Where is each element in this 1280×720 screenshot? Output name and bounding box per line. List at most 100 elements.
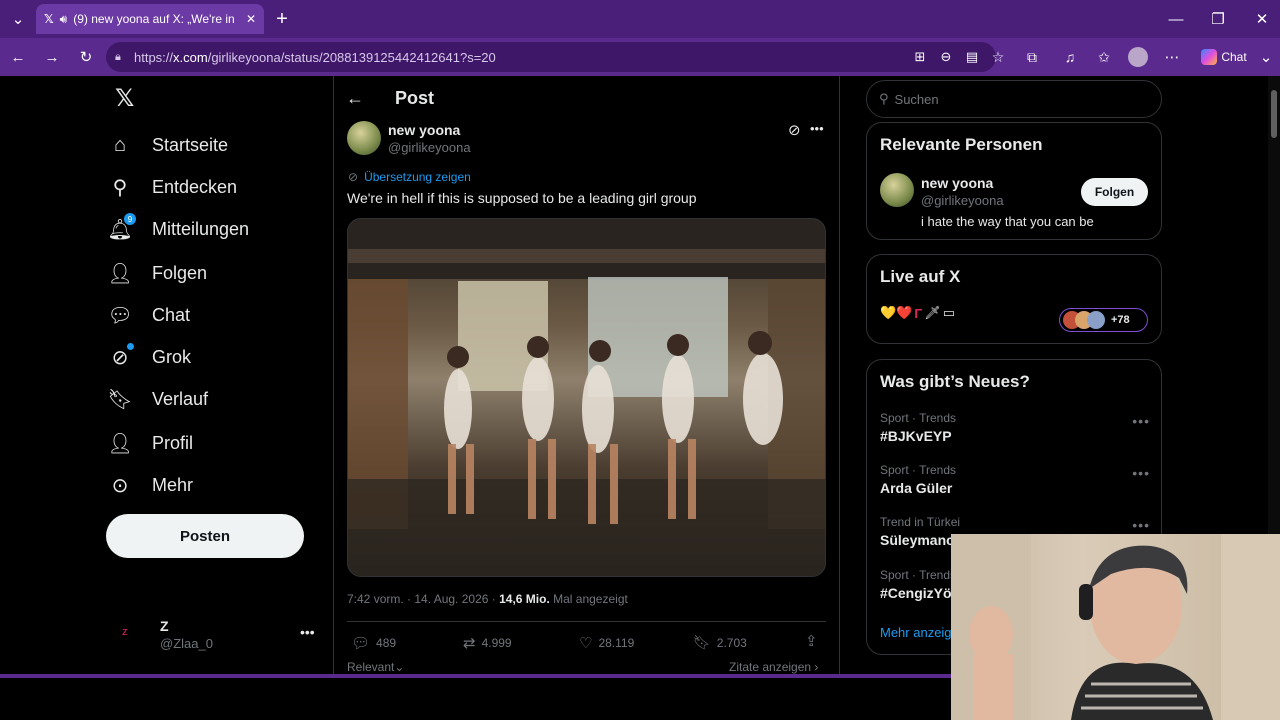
account-switcher[interactable]: z Z @Zlaa_0 ••• (118, 616, 318, 656)
trend-item[interactable]: Sport · Trends #BJKvEYP ••• (880, 411, 1150, 451)
browser-tab-bar: ⌄ 𝕏 🔊︎ (9) new yoona auf X: „We're in ✕ … (0, 0, 1280, 38)
nav-folgen[interactable]: 👤︎ Folgen (107, 256, 207, 290)
nav-label: Mehr (152, 474, 194, 495)
copilot-icon (1201, 49, 1218, 65)
back-arrow-icon[interactable]: ← (346, 88, 364, 109)
nav-profil[interactable]: 👤︎ Profil (107, 426, 193, 460)
relevant-handle[interactable]: @girlikeyoona (921, 193, 1004, 208)
sort-dropdown[interactable]: Relevant⌄ (347, 660, 404, 674)
chat-icon: 💬︎ (107, 304, 133, 327)
live-card[interactable]: Live auf X 💛❤️ Γ 🗡︎ ▭ +78 (866, 254, 1162, 344)
nav-mitteilungen[interactable]: 🔔︎ 9 Mitteilungen (107, 212, 249, 246)
relevant-name[interactable]: new yoona (921, 175, 993, 191)
sidebar-toggle-icon[interactable]: ⌄ (1256, 43, 1276, 71)
nav-grok[interactable]: ⊘ Grok (108, 340, 191, 374)
audio-icon[interactable]: 🔊︎ (60, 12, 68, 27)
account-handle: @Zlaa_0 (160, 636, 213, 651)
search-placeholder: Suchen (894, 91, 939, 107)
author-name[interactable]: new yoona (388, 122, 460, 138)
nav-mehr[interactable]: ⊙ Mehr (108, 468, 193, 502)
trend-more-icon[interactable]: ••• (1132, 517, 1150, 533)
browser-tab[interactable]: 𝕏 🔊︎ (9) new yoona auf X: „We're in ✕ (36, 4, 264, 34)
tab-list-chevron-icon[interactable]: ⌄ (4, 5, 32, 33)
account-more-icon[interactable]: ••• (300, 624, 315, 640)
relevant-bio: i hate the way that you can be (921, 214, 1094, 229)
live-avatar (1087, 311, 1105, 329)
bookmark-icon: 🔖︎ (107, 388, 133, 411)
translate-link[interactable]: ⊘ Übersetzung zeigen (348, 170, 471, 184)
repost-count: 4.999 (481, 636, 512, 650)
copilot-chat-button[interactable]: Chat (1194, 43, 1254, 71)
dagger-icon: 🗡︎ (924, 305, 941, 320)
trend-more-icon[interactable]: ••• (1132, 465, 1150, 481)
webcam-person-image (951, 534, 1280, 720)
zoom-icon[interactable]: ⊖ (932, 43, 960, 71)
live-emoji-text: 💛❤️ (880, 305, 913, 320)
favorites-icon[interactable]: ✩ (1090, 43, 1118, 71)
scrollbar-thumb[interactable] (1271, 90, 1277, 138)
post-views: 14,6 Mio. (499, 592, 550, 606)
settings-more-icon[interactable]: ⋯ (1158, 43, 1186, 71)
quotes-link[interactable]: Zitate anzeigen › (729, 660, 818, 674)
grok-post-icon[interactable]: ⊘ (788, 121, 801, 139)
live-emojis: 💛❤️ Γ 🗡︎ ▭ (880, 305, 955, 321)
relevant-people-card: Relevante Personen new yoona @girlikeyoo… (866, 122, 1162, 240)
trend-item[interactable]: Sport · Trends Arda Güler ••• (880, 463, 1150, 503)
quotes-label: Zitate anzeigen (729, 660, 812, 674)
close-window-button[interactable]: ✕ (1248, 5, 1276, 33)
search-icon: ⚲ (112, 176, 128, 199)
follow-button[interactable]: Folgen (1081, 178, 1148, 206)
extensions-icon[interactable]: ⧉ (1018, 43, 1046, 71)
app-icon[interactable]: ⊞ (906, 43, 934, 71)
share-icon[interactable]: ⇪ (805, 632, 818, 650)
search-box[interactable]: ⚲ Suchen (866, 80, 1162, 118)
reply-button[interactable]: 💬︎ 489 (351, 634, 396, 652)
back-icon[interactable]: ← (4, 43, 32, 71)
home-icon: ⌂ (113, 133, 127, 156)
nav-label: Startseite (152, 134, 229, 155)
divider (347, 621, 826, 622)
maximize-button[interactable]: ❐ (1204, 5, 1232, 33)
trend-name: Arda Güler (880, 480, 953, 496)
nav-startseite[interactable]: ⌂ Startseite (108, 128, 228, 162)
nav-chat[interactable]: 💬︎ Chat (107, 298, 190, 332)
repost-button[interactable]: ⇄ 4.999 (463, 634, 512, 652)
media-icon[interactable]: ♫ (1056, 43, 1084, 71)
profile-avatar-icon[interactable] (1124, 43, 1152, 71)
author-handle[interactable]: @girlikeyoona (388, 140, 471, 155)
bookmark-icon: 🔖︎ (693, 634, 711, 650)
x-favicon-icon: 𝕏 (44, 12, 54, 26)
post-video[interactable] (347, 218, 826, 577)
post-more-icon[interactable]: ••• (810, 121, 824, 136)
post-views-label: Mal angezeigt (549, 592, 628, 606)
action-bar: 💬︎ 489 ⇄ 4.999 ♡ 28.119 🔖︎ 2.703 ⇪ (347, 632, 826, 654)
copilot-chat-label: Chat (1221, 50, 1247, 64)
bookmark-button[interactable]: 🔖︎ 2.703 (693, 634, 747, 651)
reader-icon[interactable]: ▤ (958, 43, 986, 71)
heart-icon: ♡ (579, 635, 593, 652)
like-button[interactable]: ♡ 28.119 (579, 634, 634, 652)
follow-icon: 👤︎ (107, 262, 133, 285)
address-bar[interactable]: 🔒︎ https://x.com/girlikeyoona/status/208… (106, 42, 996, 72)
live-more-count: +78 (1111, 314, 1130, 326)
close-tab-icon[interactable]: ✕ (246, 12, 256, 26)
relevant-avatar[interactable] (880, 173, 914, 207)
x-logo-icon[interactable]: 𝕏 (115, 84, 134, 113)
post-button[interactable]: Posten (106, 514, 304, 558)
post-text: We're in hell if this is supposed to be … (347, 190, 697, 206)
trend-more-icon[interactable]: ••• (1132, 413, 1150, 429)
new-tab-button[interactable]: + (268, 5, 296, 33)
forward-icon[interactable]: → (38, 43, 66, 71)
minimize-button[interactable]: — (1162, 5, 1190, 33)
trend-category: Sport · Trends (880, 411, 957, 425)
browser-toolbar: ← → ↻ 🔒︎ https://x.com/girlikeyoona/stat… (0, 38, 1280, 76)
favorite-star-icon[interactable]: ☆ (984, 43, 1012, 71)
reload-icon[interactable]: ↻ (72, 43, 100, 71)
account-name: Z (160, 618, 169, 634)
trend-category: Trend in Türkei (880, 515, 961, 529)
nav-verlauf[interactable]: 🔖︎ Verlauf (107, 382, 208, 416)
nav-entdecken[interactable]: ⚲ Entdecken (108, 170, 237, 204)
show-more-link[interactable]: Mehr anzeig (880, 625, 952, 640)
post-timestamp[interactable]: 7:42 vorm. · 14. Aug. 2026 · (347, 592, 499, 606)
author-avatar[interactable] (347, 121, 381, 155)
